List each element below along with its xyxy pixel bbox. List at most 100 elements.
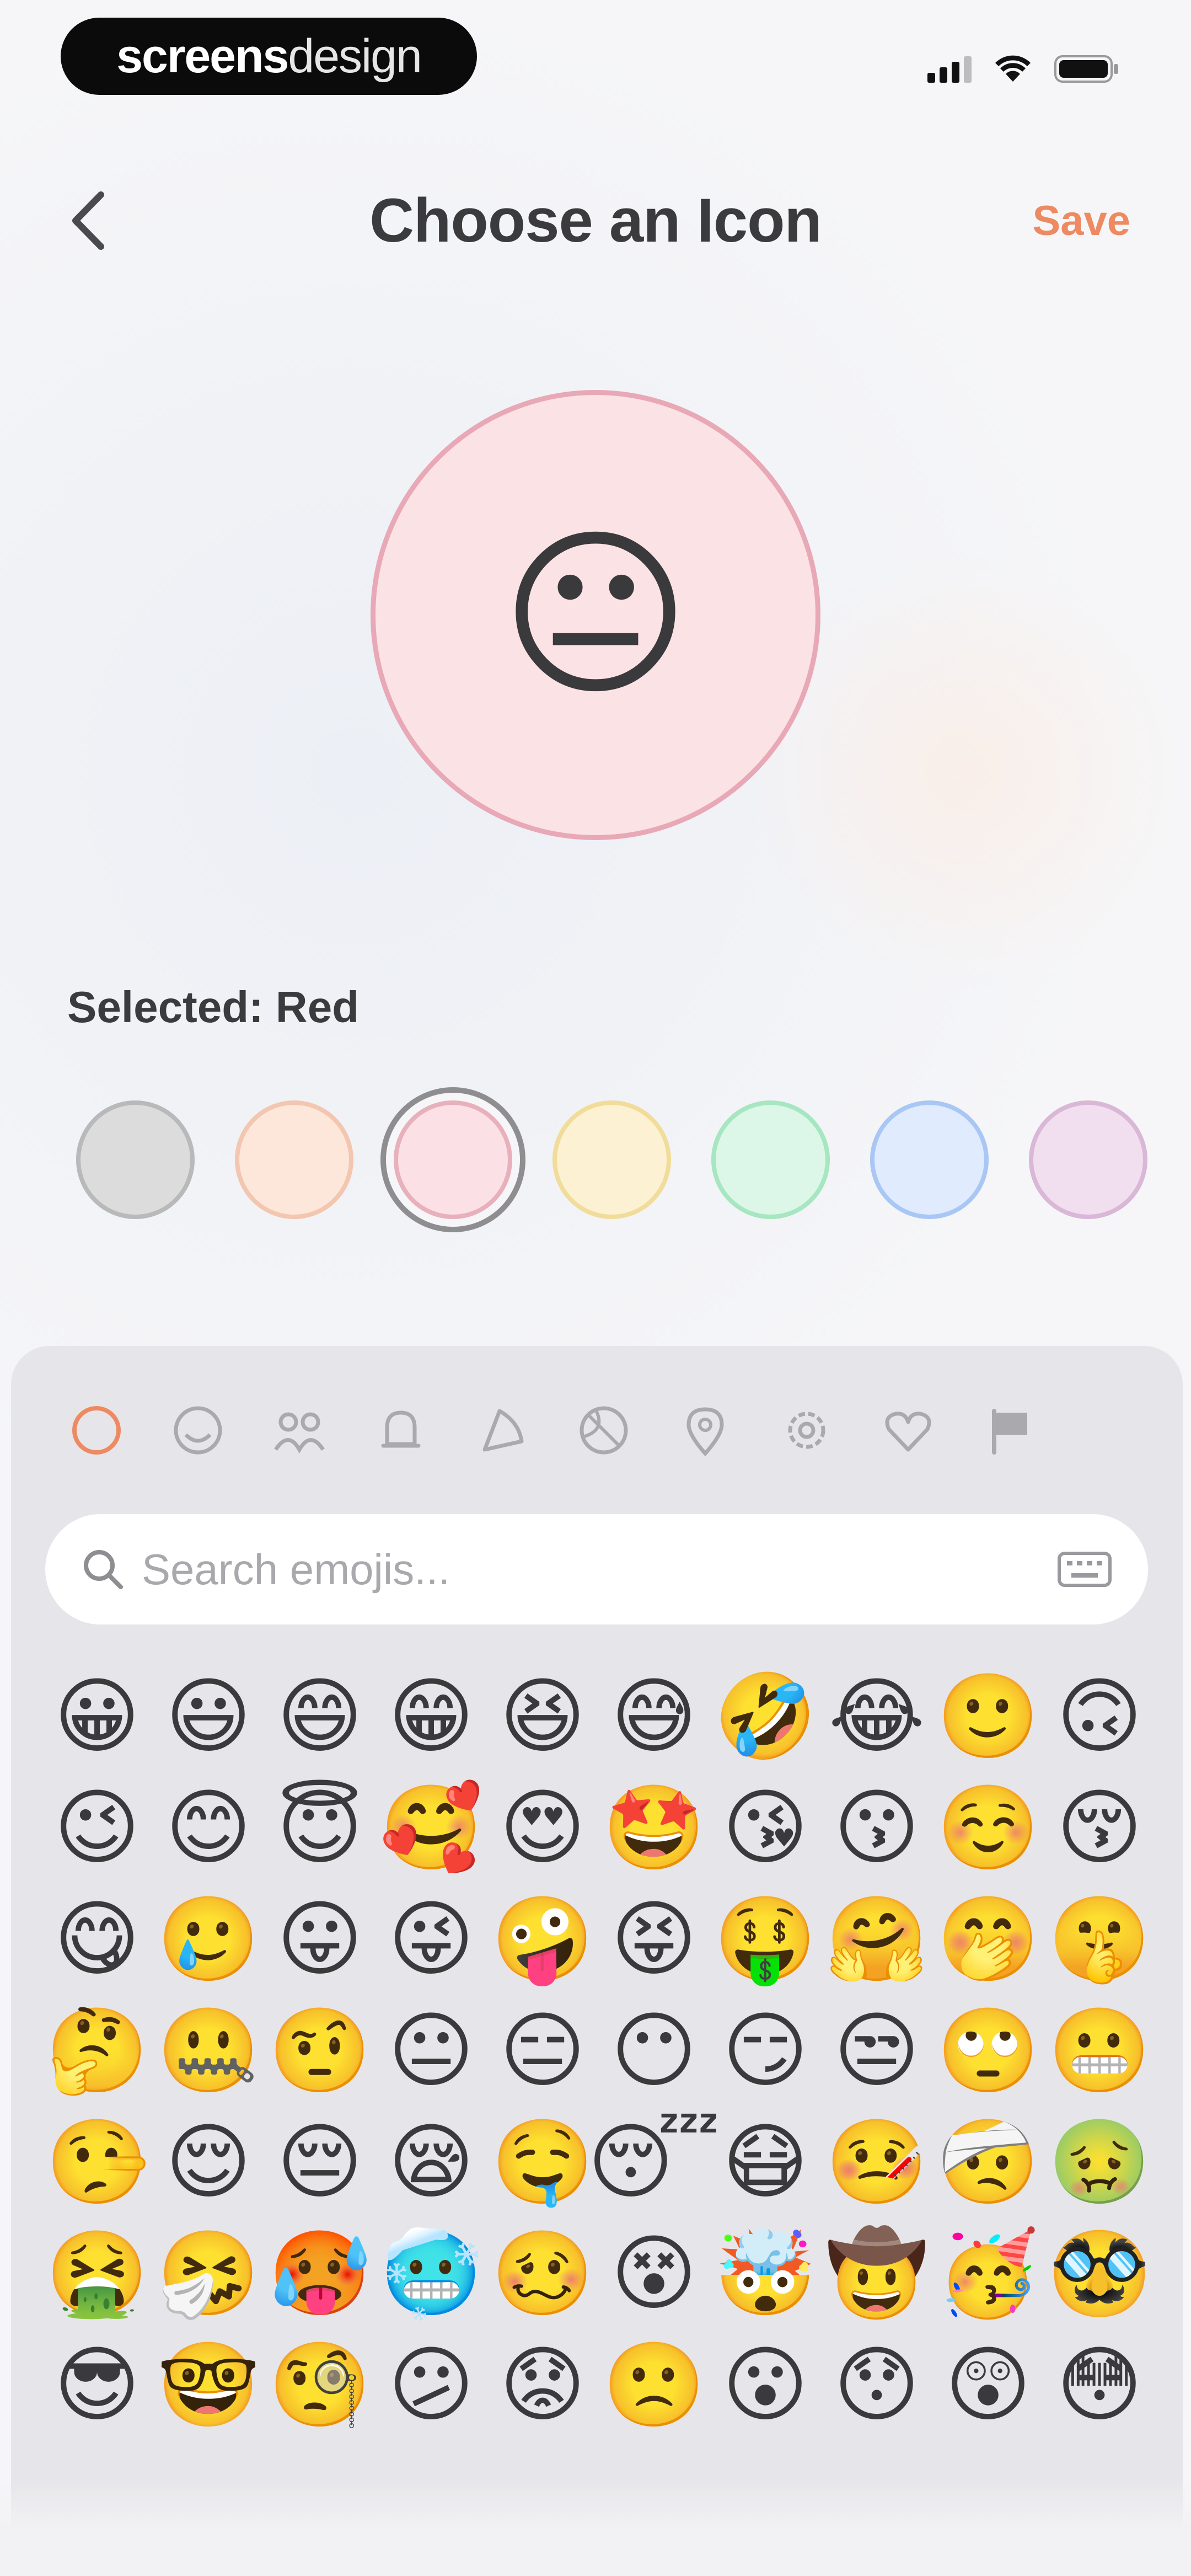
emoji-cell[interactable]: 🤫 [1044, 1883, 1155, 1995]
emoji-cell[interactable]: 😝 [598, 1883, 710, 1995]
emoji-cell[interactable]: 😚 [1044, 1772, 1155, 1883]
screen: screens design Choose an Icon Save 😐 Sele… [0, 0, 1191, 2576]
emoji-cell[interactable]: 🤯 [710, 2217, 821, 2329]
emoji-cell[interactable]: 😕 [375, 2329, 487, 2440]
category-tab-heart-icon[interactable] [875, 1398, 941, 1465]
emoji-cell[interactable]: 🤗 [821, 1883, 932, 1995]
emoji-cell[interactable]: 😵 [598, 2217, 710, 2329]
emoji-cell[interactable]: 🤢 [1044, 2106, 1155, 2217]
emoji-cell[interactable]: 😀 [41, 1660, 153, 1772]
emoji-cell[interactable]: 🤩 [598, 1772, 710, 1883]
category-tab-gear-icon[interactable] [774, 1398, 840, 1465]
emoji-cell[interactable]: 🙂 [932, 1660, 1044, 1772]
emoji-cell[interactable]: 😁 [375, 1660, 487, 1772]
ball-icon [576, 1403, 631, 1461]
emoji-cell[interactable]: 🙁 [598, 2329, 710, 2440]
emoji-cell[interactable]: 😎 [41, 2329, 153, 2440]
category-tab-flag-icon[interactable] [977, 1398, 1043, 1465]
emoji-cell[interactable]: 🤠 [821, 2217, 932, 2329]
emoji-cell[interactable]: 😊 [153, 1772, 264, 1883]
emoji-cell[interactable]: 🤪 [487, 1883, 598, 1995]
emoji-cell[interactable]: 🥴 [487, 2217, 598, 2329]
emoji-cell[interactable]: 😅 [598, 1660, 710, 1772]
emoji-cell[interactable]: 😮 [710, 2329, 821, 2440]
watermark-bold: screens [116, 29, 289, 83]
category-tab-smiley-icon[interactable] [165, 1398, 231, 1465]
status-icons [927, 50, 1119, 88]
emoji-cell[interactable]: 😌 [153, 2106, 264, 2217]
emoji-cell[interactable]: 😄 [264, 1660, 375, 1772]
emoji-cell[interactable]: 😑 [487, 1995, 598, 2106]
emoji-cell[interactable]: 😴 [588, 2106, 721, 2217]
color-swatch-green[interactable] [711, 1100, 830, 1219]
emoji-cell[interactable]: 😇 [264, 1772, 375, 1883]
emoji-cell[interactable]: 🤭 [932, 1883, 1044, 1995]
emoji-cell[interactable]: 🤑 [710, 1883, 821, 1995]
keyboard-icon[interactable] [1054, 1547, 1115, 1591]
emoji-cell[interactable]: 😘 [710, 1772, 821, 1883]
category-tab-food-icon[interactable] [469, 1398, 535, 1465]
color-swatch-yellow[interactable] [552, 1100, 671, 1219]
emoji-cell[interactable]: 🥳 [932, 2217, 1044, 2329]
emoji-cell[interactable]: 😜 [375, 1883, 487, 1995]
emoji-cell[interactable]: 🤕 [932, 2106, 1044, 2217]
emoji-cell[interactable]: 😳 [1044, 2329, 1155, 2440]
emoji-cell[interactable]: 😪 [375, 2106, 487, 2217]
emoji-cell[interactable]: 😍 [487, 1772, 598, 1883]
emoji-cell[interactable]: 😟 [487, 2329, 598, 2440]
emoji-cell[interactable]: 🥵 [264, 2217, 375, 2329]
emoji-cell[interactable]: 😃 [153, 1660, 264, 1772]
emoji-cell[interactable]: 😉 [41, 1772, 153, 1883]
emoji-cell[interactable]: 🤓 [153, 2329, 264, 2440]
emoji-cell[interactable]: 🥶 [375, 2217, 487, 2329]
emoji-cell[interactable]: 😒 [821, 1995, 932, 2106]
emoji-cell[interactable]: 🧐 [264, 2329, 375, 2440]
emoji-cell[interactable]: 😏 [710, 1995, 821, 2106]
flag-icon [982, 1403, 1037, 1461]
emoji-cell[interactable]: 🤐 [153, 1995, 264, 2106]
emoji-cell[interactable]: 😯 [821, 2329, 932, 2440]
category-tab-location-pin-icon[interactable] [672, 1398, 738, 1465]
color-swatch-gray[interactable] [76, 1100, 195, 1219]
color-swatch-red[interactable] [394, 1100, 512, 1219]
emoji-cell[interactable]: 😗 [821, 1772, 932, 1883]
emoji-cell[interactable]: 🥲 [153, 1883, 264, 1995]
emoji-cell[interactable]: 😲 [932, 2329, 1044, 2440]
emoji-cell[interactable]: 🤨 [264, 1995, 375, 2106]
emoji-cell[interactable]: 🙄 [932, 1995, 1044, 2106]
emoji-cell[interactable]: 🤥 [41, 2106, 153, 2217]
emoji-cell[interactable]: 😋 [41, 1883, 153, 1995]
emoji-cell[interactable]: 😬 [1044, 1995, 1155, 2106]
wifi-icon [995, 55, 1031, 83]
emoji-cell[interactable]: 🤮 [41, 2217, 153, 2329]
emoji-cell[interactable]: 😛 [264, 1883, 375, 1995]
emoji-cell[interactable]: 😆 [487, 1660, 598, 1772]
emoji-cell[interactable]: 😐 [375, 1995, 487, 2106]
emoji-cell[interactable]: 😷 [710, 2106, 821, 2217]
emoji-cell[interactable]: 🥸 [1044, 2217, 1155, 2329]
emoji-cell[interactable]: 🤣 [710, 1660, 821, 1772]
color-swatch-purple[interactable] [1029, 1100, 1147, 1219]
emoji-cell[interactable]: 🤧 [153, 2217, 264, 2329]
color-swatch-orange[interactable] [235, 1100, 353, 1219]
search-input[interactable] [142, 1536, 1054, 1602]
emoji-cell[interactable]: 🤒 [821, 2106, 932, 2217]
emoji-cell[interactable]: 🤤 [487, 2106, 598, 2217]
emoji-cell[interactable]: 🥰 [375, 1772, 487, 1883]
emoji-cell[interactable]: 😂 [821, 1660, 932, 1772]
watermark-light: design [288, 29, 422, 83]
location-pin-icon [678, 1403, 733, 1461]
cellular-signal-icon [927, 55, 972, 83]
category-tab-bell-icon[interactable] [368, 1398, 434, 1465]
emoji-cell[interactable]: 🙃 [1044, 1660, 1155, 1772]
category-tab-people-icon[interactable] [266, 1398, 332, 1465]
save-button[interactable]: Save [1033, 190, 1131, 251]
category-tab-clock-icon[interactable] [63, 1398, 130, 1465]
search-bar[interactable] [45, 1514, 1148, 1624]
emoji-cell[interactable]: 🤔 [41, 1995, 153, 2106]
emoji-cell[interactable]: ☺️ [932, 1772, 1044, 1883]
color-swatch-blue[interactable] [870, 1100, 989, 1219]
category-tab-ball-icon[interactable] [571, 1398, 637, 1465]
emoji-cell[interactable]: 😶 [598, 1995, 710, 2106]
emoji-cell[interactable]: 😔 [264, 2106, 375, 2217]
